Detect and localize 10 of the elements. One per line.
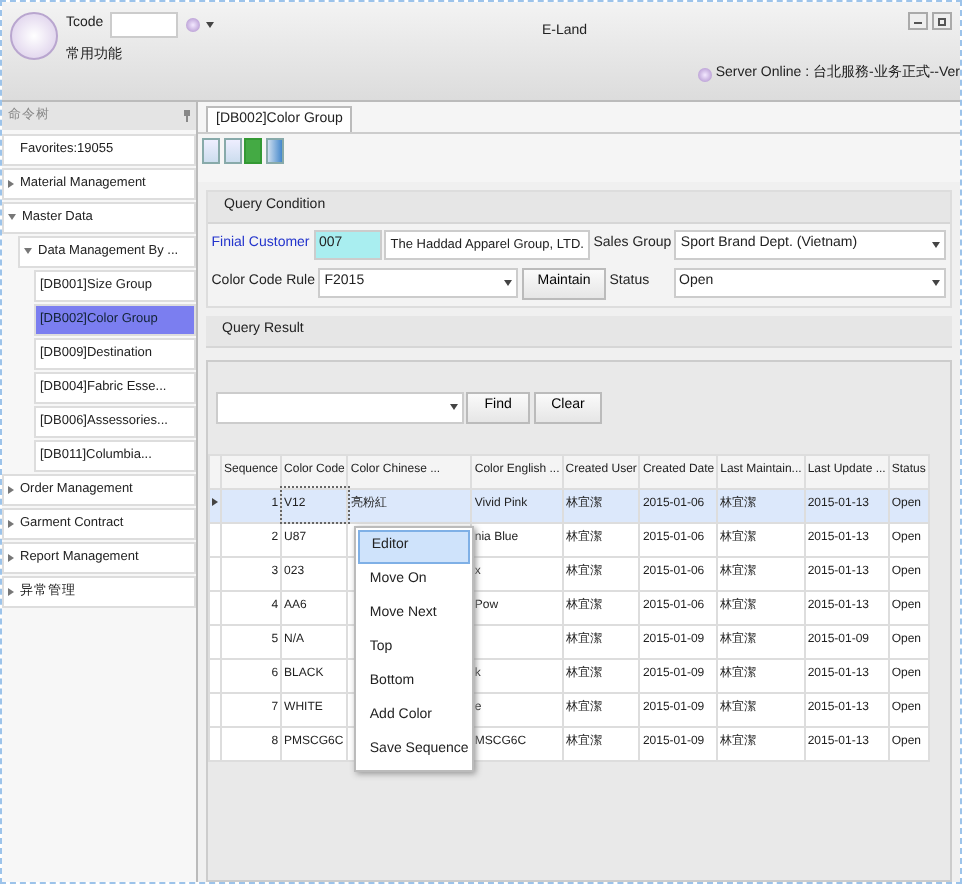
row-header[interactable] <box>209 488 221 522</box>
orb-icon[interactable] <box>185 18 200 32</box>
status-orb-icon <box>698 67 713 82</box>
app-logo-icon[interactable] <box>10 12 58 60</box>
dropdown-arrow-icon[interactable] <box>206 22 215 28</box>
pin-icon[interactable] <box>184 110 190 122</box>
search-field[interactable] <box>215 391 463 423</box>
minimize-button[interactable] <box>908 12 929 30</box>
restore-button[interactable] <box>932 12 952 30</box>
tcode-field[interactable] <box>110 12 179 38</box>
